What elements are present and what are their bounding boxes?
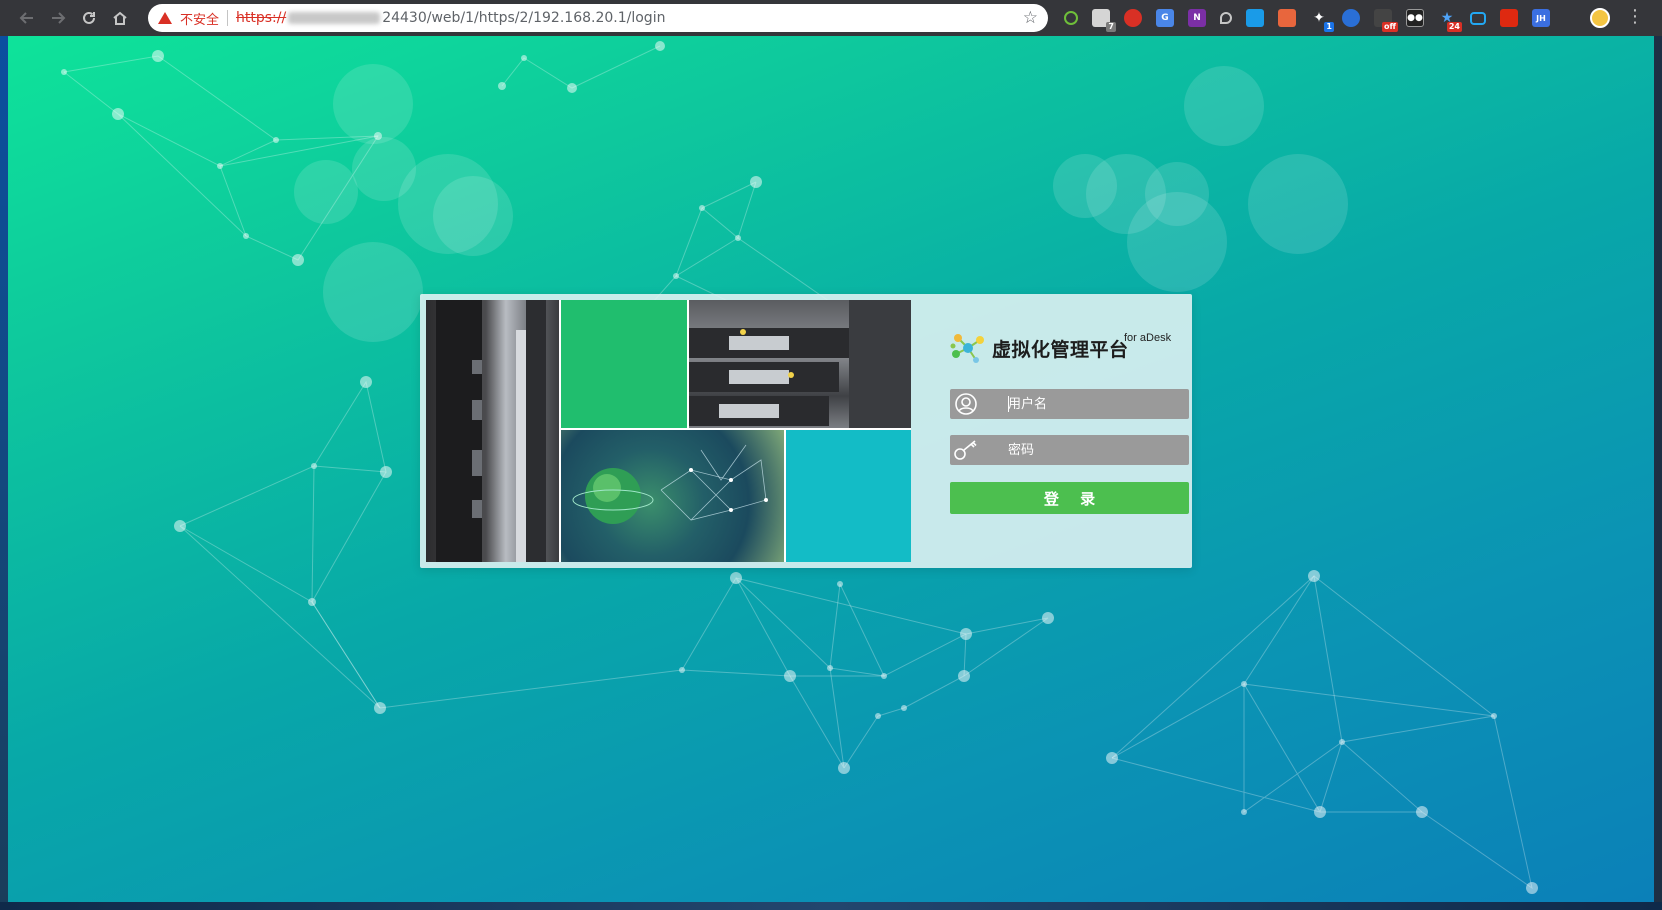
extension-twitter-icon[interactable]: ✦ 1 [1310,9,1334,32]
extension-translate-icon[interactable]: G [1156,9,1174,27]
extensions-bar: 7 G N ✦ 1 off ●● ★ 24 JH [1064,6,1564,32]
extension-globe-icon[interactable] [1342,9,1360,27]
text-caret [1008,396,1009,412]
brand-header: 虚拟化管理平台 for aDesk [950,332,1171,364]
reload-icon[interactable] [74,3,104,33]
extension-flag-icon[interactable] [1500,9,1518,27]
back-icon[interactable] [12,3,42,33]
extension-jh-icon[interactable]: JH [1532,9,1550,27]
twitter-badge: 1 [1324,22,1334,32]
address-bar[interactable]: 不安全 https:// 24430/web/1/https/2/192.168… [148,4,1048,32]
warning-icon [158,12,172,24]
extension-pin-icon[interactable] [1220,12,1232,24]
omnibox-separator [227,10,229,26]
login-card: 虚拟化管理平台 for aDesk 登 录 [420,294,1192,568]
extension-onenote-icon[interactable]: N [1188,9,1206,27]
key-icon [950,435,982,465]
server-rack-image [426,300,559,562]
extension-power-icon[interactable]: off [1374,9,1398,32]
globe-network-image [561,430,784,562]
product-title: 虚拟化管理平台 [992,338,1129,361]
extension-mail-icon[interactable]: 7 [1092,9,1116,32]
user-icon [950,389,982,419]
password-input[interactable] [1008,435,1183,465]
star-badge: 24 [1446,22,1462,32]
url-path: 24430/web/1/https/2/192.168.20.1/login [382,10,666,26]
molecule-logo-icon [950,334,984,363]
extension-feed-icon[interactable] [1278,9,1296,27]
extension-screen-icon[interactable] [1246,9,1264,27]
not-secure-indicator[interactable]: 不安全 [158,9,219,28]
extension-mask-icon[interactable]: ●● [1406,9,1424,27]
off-badge: off [1382,22,1398,32]
profile-avatar[interactable] [1590,8,1610,28]
green-tile [561,300,687,428]
teal-tile [786,430,911,562]
url-scheme: https:// [236,10,287,26]
extension-tv-icon[interactable] [1470,11,1486,25]
browser-menu-icon[interactable]: ⋮ [1626,7,1644,27]
window-edge-left [0,36,8,910]
username-input[interactable] [1008,389,1183,419]
home-icon[interactable] [105,3,135,33]
login-button[interactable]: 登 录 [950,482,1189,514]
extension-leaf-icon[interactable] [1064,11,1078,25]
window-edge-bottom [0,902,1662,910]
extension-star-icon[interactable]: ★ 24 [1438,9,1462,32]
window-edge-right [1654,36,1662,910]
product-subtitle: for aDesk [1124,332,1172,344]
browser-toolbar: 不安全 https:// 24430/web/1/https/2/192.168… [0,0,1662,36]
not-secure-label: 不安全 [180,12,220,28]
url-redacted-host [288,12,381,24]
extension-shield-icon[interactable] [1124,9,1142,27]
mail-badge: 7 [1106,22,1116,32]
forward-icon[interactable] [43,3,73,33]
bookmark-star-icon[interactable]: ☆ [1023,8,1038,28]
server-chassis-image [689,300,911,428]
image-mosaic [426,300,911,562]
password-field[interactable] [950,435,1189,465]
username-field[interactable] [950,389,1189,419]
